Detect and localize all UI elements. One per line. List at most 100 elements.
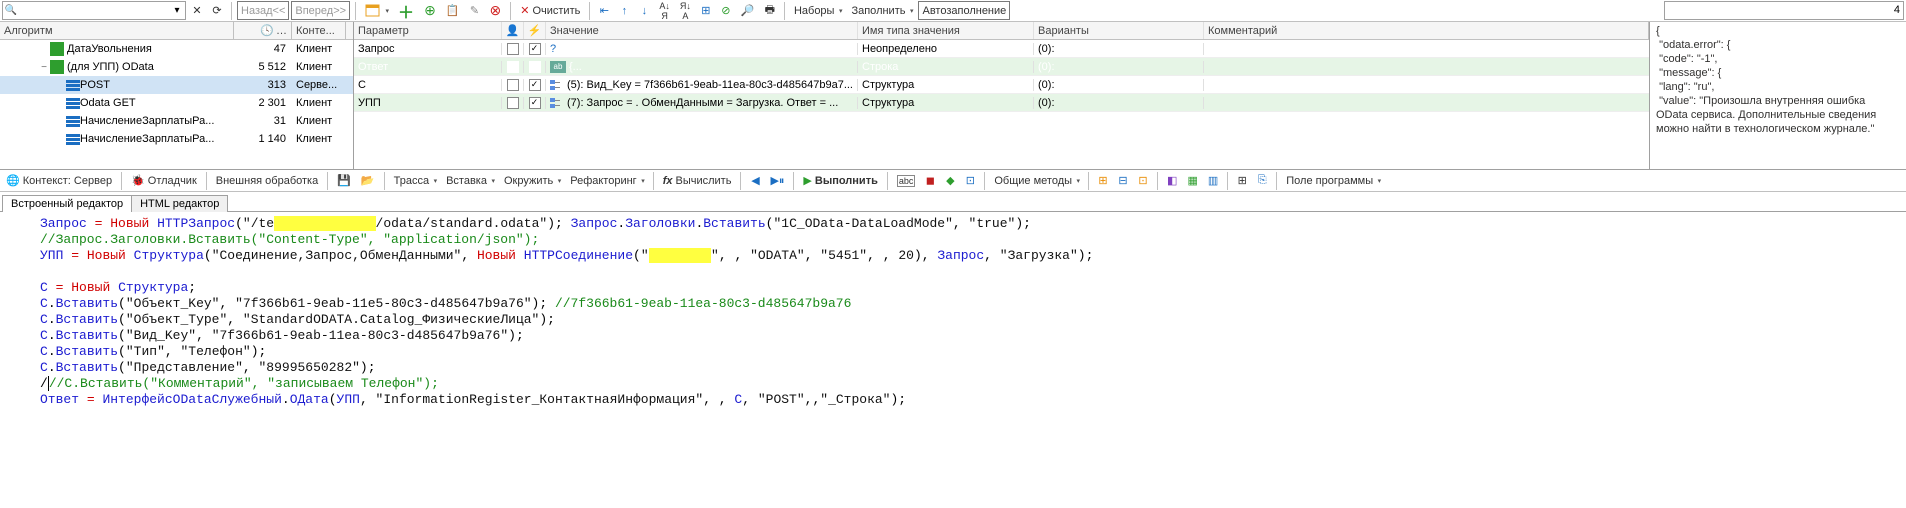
toggle-4-button[interactable]: ⊡: [961, 171, 979, 190]
refresh-button[interactable]: ⟳: [208, 1, 226, 20]
tree-body[interactable]: ДатаУвольнения47Клиент− (для УПП) OData5…: [0, 40, 353, 169]
fx-compute-button[interactable]: fx Вычислить: [659, 171, 736, 190]
tab-builtin-editor[interactable]: Встроенный редактор: [2, 195, 132, 212]
param-checkbox-1[interactable]: [507, 43, 519, 55]
add-button[interactable]: ＋: [394, 1, 418, 20]
external-proc-button[interactable]: Внешняя обработка: [212, 171, 322, 190]
trace-button[interactable]: Трасса: [390, 171, 440, 190]
sort-desc-button[interactable]: Я↓А: [676, 1, 695, 20]
search-box[interactable]: 🔍 ▾: [2, 1, 186, 20]
toggle-1-button[interactable]: abc: [893, 171, 920, 190]
param-type: Структура: [858, 79, 1034, 91]
code-block-icon: [66, 98, 80, 109]
move-down-button[interactable]: ↓: [635, 1, 653, 20]
refactor-button[interactable]: Рефакторинг: [566, 171, 647, 190]
tree-row[interactable]: Odata GET2 301Клиент: [0, 94, 353, 112]
tree-time: 313: [234, 79, 292, 91]
param-row[interactable]: С(5): Вид_Key = 7f366b61-9eab-11ea-80c3-…: [354, 76, 1649, 94]
col-type[interactable]: Имя типа значения: [858, 22, 1034, 39]
expand-toggle[interactable]: −: [38, 62, 50, 73]
param-name: УПП: [354, 97, 502, 109]
tree-row[interactable]: НачислениеЗарплатыРа...1 140Клиент: [0, 130, 353, 148]
count-box[interactable]: 4: [1664, 1, 1904, 20]
tree-context: Серве...: [292, 79, 346, 91]
param-row[interactable]: Запрос?Неопределено(0):: [354, 40, 1649, 58]
edit-button[interactable]: ✎: [466, 1, 484, 20]
disable-button[interactable]: ⊘: [717, 1, 735, 20]
history-back-button[interactable]: Назад<<: [237, 1, 289, 20]
add-group-button[interactable]: ⊕: [420, 1, 440, 20]
history-forward-button[interactable]: Вперед>>: [291, 1, 350, 20]
common-methods-button[interactable]: Общие методы: [990, 171, 1083, 190]
sort-asc-button[interactable]: А↓Я: [655, 1, 674, 20]
tool-d-button[interactable]: ◧: [1163, 171, 1181, 190]
parameters-pane: Параметр 👤 ⚡ Значение Имя типа значения …: [354, 22, 1650, 169]
col-options[interactable]: Варианты: [1034, 22, 1204, 39]
save-file-button[interactable]: 💾: [333, 171, 355, 190]
param-checkbox-2[interactable]: [529, 97, 541, 109]
clear-search-button[interactable]: ✕: [188, 1, 206, 20]
tree-expand-button[interactable]: ⊞: [697, 1, 715, 20]
debugger-button[interactable]: 🐞 Отладчик: [127, 171, 201, 190]
insert-menu-button[interactable]: Вставка: [442, 171, 498, 190]
step-back-button[interactable]: ◀: [746, 171, 764, 190]
col-flag2[interactable]: ⚡: [524, 22, 546, 39]
tool-h-button[interactable]: ⎘: [1253, 171, 1271, 190]
run-button[interactable]: ▶ Выполнить: [799, 171, 881, 190]
move-far-left-button[interactable]: ⇤: [595, 1, 613, 20]
sets-button[interactable]: Наборы: [790, 1, 846, 20]
param-checkbox-1[interactable]: [507, 79, 519, 91]
param-checkbox-2[interactable]: [529, 43, 541, 55]
struct-icon: [550, 80, 564, 90]
tool-g-button[interactable]: ⊞: [1233, 171, 1251, 190]
form-icon: [365, 4, 381, 18]
search-dropdown-icon[interactable]: ▾: [169, 3, 185, 19]
param-checkbox-2[interactable]: [529, 79, 541, 91]
col-value[interactable]: Значение: [546, 22, 858, 39]
move-up-button[interactable]: ↑: [615, 1, 633, 20]
tool-b-button[interactable]: ⊟: [1114, 171, 1132, 190]
search-in-list-button[interactable]: 🔎: [737, 1, 759, 20]
param-checkbox-1[interactable]: [507, 97, 519, 109]
params-body[interactable]: Запрос?Неопределено(0):Ответab{...Строка…: [354, 40, 1649, 169]
param-checkbox-2[interactable]: [529, 61, 541, 73]
open-file-button[interactable]: 📂: [357, 171, 379, 190]
copy-button[interactable]: 📋: [442, 1, 464, 20]
param-row[interactable]: Ответab{...Строка(0):: [354, 58, 1649, 76]
param-checkbox-1[interactable]: [507, 61, 519, 73]
delete-button[interactable]: ⊗: [486, 1, 506, 20]
toggle-2-button[interactable]: ◼: [921, 171, 939, 190]
program-field-button[interactable]: Поле программы: [1282, 171, 1384, 190]
tool-e-button[interactable]: ▦: [1183, 171, 1201, 190]
col-parameter[interactable]: Параметр: [354, 22, 502, 39]
separator: [510, 2, 511, 20]
col-time[interactable]: 🕓 …: [234, 22, 292, 39]
col-flag1[interactable]: 👤: [502, 22, 524, 39]
autofill-button[interactable]: Автозаполнение: [918, 1, 1010, 20]
surround-button[interactable]: Окружить: [500, 171, 564, 190]
tree-row[interactable]: ДатаУвольнения47Клиент: [0, 40, 353, 58]
param-row[interactable]: УПП(7): Запрос = . ОбменДанными = Загруз…: [354, 94, 1649, 112]
tool-f-button[interactable]: ▥: [1204, 171, 1222, 190]
form-config-button[interactable]: [361, 1, 392, 20]
toggle-3-button[interactable]: ◆: [941, 171, 959, 190]
search-input[interactable]: [19, 2, 169, 19]
print-button[interactable]: 🖶: [761, 1, 779, 20]
tree-row[interactable]: POST313Серве...: [0, 76, 353, 94]
tool-c-button[interactable]: ⊡: [1134, 171, 1152, 190]
run-toggle-button[interactable]: ▶⏸: [766, 171, 788, 190]
tree-row[interactable]: НачислениеЗарплатыРа...31Клиент: [0, 112, 353, 130]
tree-context: Клиент: [292, 115, 346, 127]
tab-html-editor[interactable]: HTML редактор: [131, 195, 228, 212]
tool-a-button[interactable]: ⊞: [1094, 171, 1112, 190]
tree-row[interactable]: − (для УПП) OData5 512Клиент: [0, 58, 353, 76]
fill-button[interactable]: Заполнить: [847, 1, 916, 20]
param-type: Структура: [858, 97, 1034, 109]
code-editor[interactable]: Запрос = Новый HTTPЗапрос("/te /odata/st…: [0, 212, 1906, 508]
col-context[interactable]: Конте...: [292, 22, 346, 39]
col-algorithm[interactable]: Алгоритм: [0, 22, 234, 39]
context-button[interactable]: 🌐 Контекст: Сервер: [2, 171, 116, 190]
param-type: Строка: [858, 61, 1034, 73]
col-comment[interactable]: Комментарий: [1204, 22, 1649, 39]
clear-button[interactable]: ✕Очистить: [516, 1, 584, 20]
